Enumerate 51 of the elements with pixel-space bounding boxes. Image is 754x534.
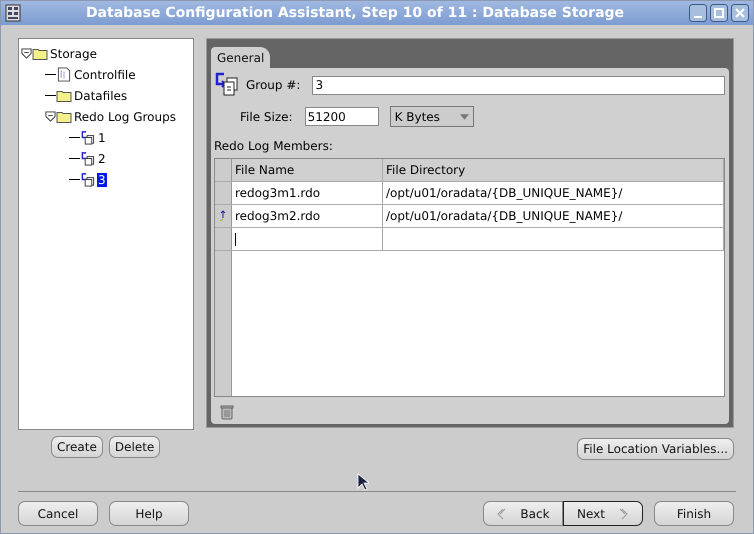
trash-icon[interactable] [220, 404, 234, 420]
group-field[interactable]: 3 [312, 76, 725, 94]
folder-icon [56, 109, 72, 124]
tree-item[interactable]: 1 [97, 130, 107, 144]
document-icon [56, 67, 72, 82]
members-label: Redo Log Members: [214, 139, 334, 153]
log-group-icon [214, 72, 240, 98]
folder-icon [56, 88, 72, 103]
maximize-icon[interactable] [710, 4, 728, 22]
next-chevron-icon [618, 508, 629, 520]
column-header[interactable]: File Name [232, 159, 383, 181]
tree-item[interactable]: 2 [97, 152, 107, 166]
tree-item[interactable]: Datafiles [73, 88, 128, 102]
file-location-variables-button[interactable]: File Location Variables... [577, 438, 734, 460]
tree-button[interactable]: Delete [108, 436, 160, 458]
tab[interactable]: General [211, 47, 270, 68]
text-cursor [235, 232, 236, 246]
back-button[interactable]: Back [483, 501, 563, 526]
mouse-pointer-icon [357, 473, 369, 491]
footer-button[interactable]: Help [109, 501, 189, 526]
finish-button[interactable]: Finish [654, 501, 734, 526]
log-group-icon [80, 130, 96, 145]
current-row-icon [219, 210, 227, 222]
next-button[interactable]: Next [563, 501, 643, 526]
file-size-label: File Size: [240, 110, 293, 124]
app-icon [5, 4, 21, 22]
row-header[interactable] [215, 205, 232, 227]
tree-button[interactable]: Create [51, 436, 103, 458]
table-cell: redog3m1.rdo [232, 182, 383, 204]
minimize-icon[interactable] [689, 4, 707, 22]
dropdown-arrow-icon [460, 114, 469, 120]
collapse-icon[interactable] [45, 111, 56, 122]
window-title: Database Configuration Assistant, Step 10 of 11 : Database Storage [84, 5, 626, 21]
tree-item[interactable]: Redo Log Groups [73, 110, 177, 124]
unit-dropdown[interactable]: K Bytes [390, 106, 474, 127]
table-cell: redog3m2.rdo [232, 205, 383, 227]
collapse-icon[interactable] [21, 48, 32, 59]
footer-button[interactable]: Cancel [18, 501, 98, 526]
table-cell: /opt/u01/oradata/{DB_UNIQUE_NAME}/ [383, 205, 724, 227]
table-cell: /opt/u01/oradata/{DB_UNIQUE_NAME}/ [383, 182, 724, 204]
back-chevron-icon [496, 508, 506, 520]
column-header[interactable]: File Directory [383, 159, 724, 181]
tree-item[interactable]: 3 [97, 172, 107, 186]
folder-icon [32, 46, 48, 61]
file-size-field[interactable]: 51200 [304, 107, 379, 126]
tree-item[interactable]: Storage [49, 46, 98, 60]
group-label: Group #: [246, 78, 300, 92]
close-icon[interactable] [731, 4, 749, 22]
tree-item[interactable]: Controlfile [73, 68, 137, 82]
log-group-icon [80, 151, 96, 166]
log-group-icon [80, 172, 96, 187]
